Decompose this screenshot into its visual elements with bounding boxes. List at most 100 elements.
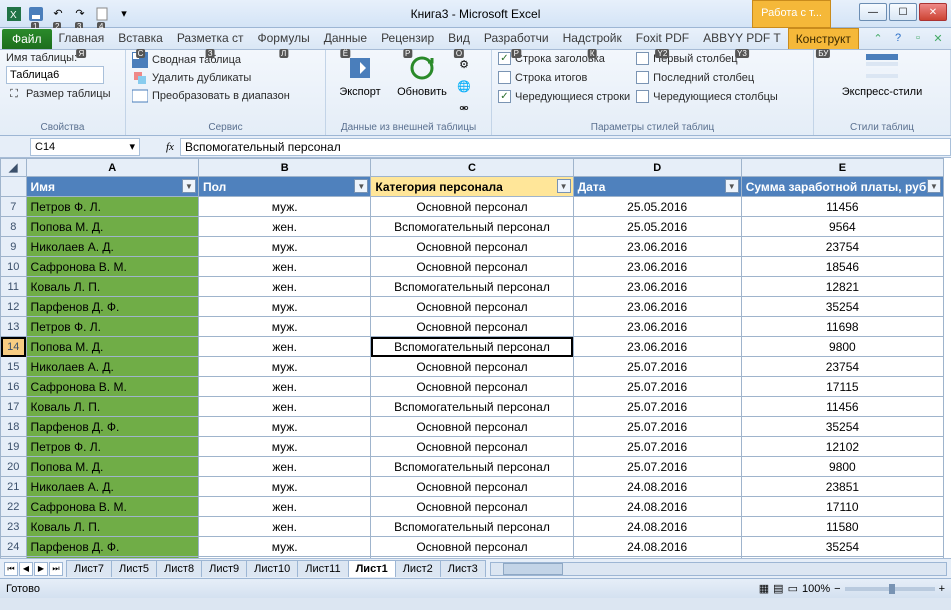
name-box[interactable]: C14▾ [30,138,140,156]
cell[interactable]: 11456 [741,397,943,417]
cell[interactable]: муж. [198,197,370,217]
cell[interactable]: 11580 [741,517,943,537]
tab-Надстройк[interactable]: НадстройкК [556,28,629,49]
last-col-checkbox[interactable]: Последний столбец [636,71,778,84]
table-row[interactable]: 25 Петров Ф. Л. муж. Основной персонал 2… [1,557,944,559]
cell[interactable]: 23.06.2016 [573,317,741,337]
row-header[interactable]: 17 [1,397,27,417]
cell[interactable]: Вспомогательный персонал [371,217,573,237]
filter-dropdown-icon[interactable]: ▼ [927,179,941,193]
sheet-nav-next-icon[interactable]: ▶ [34,562,48,576]
cell[interactable]: жен. [198,517,370,537]
table-row[interactable]: 19 Петров Ф. Л. муж. Основной персонал 2… [1,437,944,457]
namebox-dropdown-icon[interactable]: ▾ [129,140,135,153]
col-header[interactable]: D [573,159,741,177]
table-name-input[interactable] [6,66,104,84]
cell[interactable]: Сафронова В. М. [26,257,198,277]
help-icon[interactable]: ? [891,31,905,45]
table-header[interactable]: Дата▼ [573,177,741,197]
sheet-tab[interactable]: Лист1 [348,560,396,577]
cell[interactable]: 23851 [741,477,943,497]
table-row[interactable]: 14 Попова М. Д. жен. Вспомогательный пер… [1,337,944,357]
cell[interactable]: 12821 [741,277,943,297]
maximize-button[interactable]: ☐ [889,3,917,21]
cell[interactable]: Коваль Л. П. [26,397,198,417]
unlink-icon[interactable]: ⚮ [456,100,472,116]
table-row[interactable]: 10 Сафронова В. М. жен. Основной персона… [1,257,944,277]
tab-Вставка[interactable]: ВставкаС [111,28,170,49]
cell[interactable]: Попова М. Д. [26,337,198,357]
horizontal-scrollbar[interactable] [490,562,947,576]
cell[interactable]: 35254 [741,297,943,317]
export-button[interactable]: Экспорт [332,52,388,98]
cell[interactable]: Коваль Л. П. [26,277,198,297]
cell[interactable]: Вспомогательный персонал [371,457,573,477]
cell[interactable]: Основной персонал [371,357,573,377]
worksheet-grid[interactable]: ◢ABCDEИмя▼Пол▼Категория персонала▼Дата▼С… [0,158,951,558]
cell[interactable]: 24.08.2016 [573,517,741,537]
table-row[interactable]: 24 Парфенов Д. Ф. муж. Основной персонал… [1,537,944,557]
cell[interactable]: 12102 [741,437,943,457]
cell[interactable]: 11456 [741,197,943,217]
cell[interactable]: 23754 [741,237,943,257]
cell[interactable]: Вспомогательный персонал [371,277,573,297]
minimize-button[interactable]: — [859,3,887,21]
cell[interactable]: 25.07.2016 [573,357,741,377]
table-row[interactable]: 9 Николаев А. Д. муж. Основной персонал … [1,237,944,257]
table-row[interactable]: 16 Сафронова В. М. жен. Основной персона… [1,377,944,397]
cell[interactable]: 23.06.2016 [573,257,741,277]
cell[interactable]: Коваль Л. П. [26,517,198,537]
cell[interactable]: жен. [198,497,370,517]
row-header[interactable]: 20 [1,457,27,477]
cell[interactable]: жен. [198,377,370,397]
cell[interactable]: 12050 [741,557,943,559]
select-all-cell[interactable]: ◢ [1,159,27,177]
tab-Данные[interactable]: ДанныеЁ [317,28,374,49]
row-header[interactable]: 13 [1,317,27,337]
row-header[interactable]: 10 [1,257,27,277]
cell[interactable]: муж. [198,357,370,377]
cell[interactable]: муж. [198,237,370,257]
sheet-tab[interactable]: Лист10 [246,560,298,577]
cell[interactable]: жен. [198,277,370,297]
cell[interactable]: жен. [198,397,370,417]
sheet-tab[interactable]: Лист5 [111,560,157,577]
cell[interactable]: 25.05.2016 [573,217,741,237]
cell[interactable]: 25.07.2016 [573,437,741,457]
excel-icon[interactable]: X [4,4,24,24]
cell[interactable]: муж. [198,477,370,497]
tab-Конструкт[interactable]: КонструктБУ [788,28,859,49]
minimize-ribbon-icon[interactable]: ⌃ [871,31,885,45]
col-header[interactable]: B [198,159,370,177]
zoom-out-button[interactable]: − [834,583,840,595]
formula-input[interactable] [180,138,951,156]
tab-Разметка ст[interactable]: Разметка стЗ [170,28,251,49]
cell[interactable]: 24.08.2016 [573,497,741,517]
open-browser-icon[interactable]: 🌐 [456,78,472,94]
cell[interactable]: Основной персонал [371,437,573,457]
cell[interactable]: Петров Ф. Л. [26,557,198,559]
cell[interactable]: 25.07.2016 [573,397,741,417]
cell[interactable]: Основной персонал [371,297,573,317]
zoom-slider[interactable] [845,587,935,591]
view-pagebreak-icon[interactable]: ▭ [788,582,798,595]
cell[interactable]: 25.05.2016 [573,197,741,217]
qat-undo-icon[interactable]: ↶2 [48,4,68,24]
cell[interactable]: Основной персонал [371,497,573,517]
col-header[interactable]: A [26,159,198,177]
cell[interactable]: Петров Ф. Л. [26,317,198,337]
cell[interactable]: Основной персонал [371,237,573,257]
row-header[interactable]: 18 [1,417,27,437]
sheet-nav-prev-icon[interactable]: ◀ [19,562,33,576]
cell[interactable]: Вспомогательный персонал [371,337,573,357]
cell[interactable]: муж. [198,297,370,317]
row-header[interactable]: 12 [1,297,27,317]
table-row[interactable]: 8 Попова М. Д. жен. Вспомогательный перс… [1,217,944,237]
filter-dropdown-icon[interactable]: ▼ [182,179,196,193]
qat-redo-icon[interactable]: ↷3 [70,4,90,24]
cell[interactable]: муж. [198,437,370,457]
properties-icon[interactable]: ⚙ [456,56,472,72]
table-row[interactable]: 12 Парфенов Д. Ф. муж. Основной персонал… [1,297,944,317]
cell[interactable]: жен. [198,257,370,277]
cell[interactable]: 24.08.2016 [573,557,741,559]
